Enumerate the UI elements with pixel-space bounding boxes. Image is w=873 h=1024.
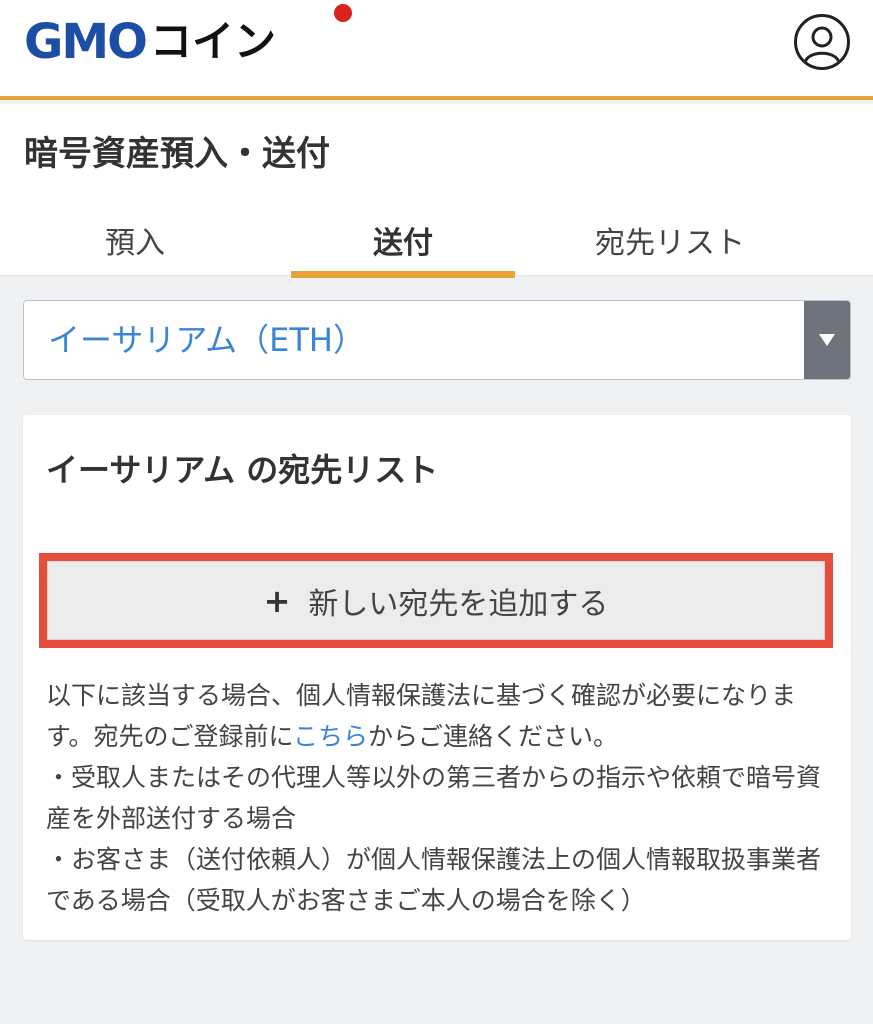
notes-text: 以下に該当する場合、個人情報保護法に基づく確認が必要になります。宛先のご登録前に…	[46, 675, 836, 921]
add-new-address-label: 新しい宛先を追加する	[308, 586, 609, 622]
notes-bullet-2: ・お客さま（送付依頼人）が個人情報保護法上の個人情報取扱事業者である場合（受取人…	[46, 845, 822, 915]
gmo-coin-logo[interactable]: GMO コイン	[24, 16, 276, 68]
tab-address-list[interactable]: 宛先リスト	[558, 204, 782, 276]
address-list-card: イーサリアム の宛先リスト + 新しい宛先を追加する 以下に該当する場合、個人情…	[23, 415, 851, 940]
add-new-address-button[interactable]: + 新しい宛先を追加する	[47, 561, 825, 640]
contact-link[interactable]: こちら	[293, 722, 368, 751]
currency-select[interactable]: イーサリアム（ETH）	[23, 300, 851, 380]
caret-down-icon[interactable]	[804, 301, 850, 379]
tab-send[interactable]: 送付	[291, 204, 515, 278]
notes-intro: 以下に該当する場合、個人情報保護法に基づく確認が必要になります。宛先のご登録前に…	[46, 675, 836, 757]
app-header: GMO コイン	[0, 0, 873, 100]
currency-select-value: イーサリアム（ETH）	[48, 321, 365, 359]
add-button-highlight: + 新しい宛先を追加する	[39, 553, 833, 648]
page-title-area: 暗号資産預入・送付 預入 送付 宛先リスト	[0, 104, 873, 278]
notes-bullet-1: ・受取人またはその代理人等以外の第三者からの指示や依頼で暗号資産を外部送付する場…	[46, 763, 822, 833]
notes-intro-tail: からご連絡ください。	[368, 722, 619, 751]
logo-red-dot	[334, 4, 352, 22]
plus-icon: +	[263, 581, 291, 620]
page-title: 暗号資産預入・送付	[24, 134, 330, 174]
tab-bar: 預入 送付 宛先リスト	[0, 204, 873, 278]
user-icon	[803, 26, 841, 64]
card-title: イーサリアム の宛先リスト	[46, 451, 439, 489]
user-account-button[interactable]	[794, 14, 850, 70]
tab-deposit[interactable]: 預入	[23, 204, 247, 276]
logo-coin-text: コイン	[149, 17, 276, 66]
logo-gmo-text: GMO	[24, 14, 148, 70]
